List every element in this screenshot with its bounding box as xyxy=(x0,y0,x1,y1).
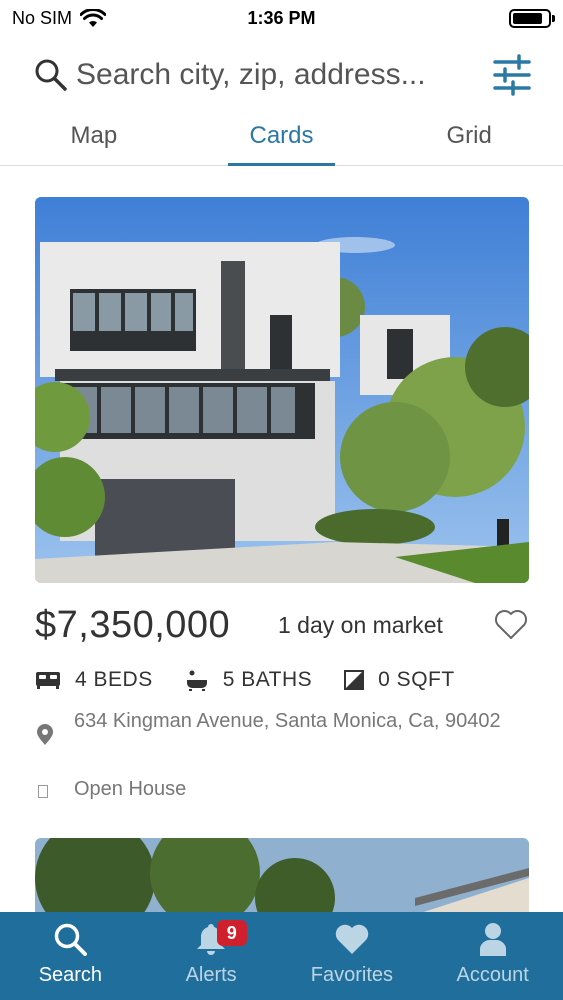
nav-search-label: Search xyxy=(38,964,103,986)
nav-alerts-label: Alerts xyxy=(185,964,237,986)
nav-favorites-label: Favorites xyxy=(310,964,393,986)
search-icon xyxy=(55,923,88,956)
sqft-label: 0 SQFT xyxy=(378,668,455,691)
location-pin-icon xyxy=(37,724,53,745)
battery-icon xyxy=(509,9,555,28)
tab-grid[interactable]: Grid xyxy=(375,112,563,165)
area-icon xyxy=(344,670,365,690)
bottom-tab-bar: Search 9 Alerts Favorites Account xyxy=(0,912,563,1000)
alerts-badge: 9 xyxy=(216,920,247,946)
next-house-illustration xyxy=(35,838,529,918)
sqft-spec: 0 SQFT xyxy=(344,668,455,692)
view-tabs: Map Cards Grid xyxy=(0,112,563,166)
baths-label: 5 BATHS xyxy=(222,668,313,691)
bed-icon xyxy=(36,672,60,689)
house-illustration xyxy=(35,197,529,583)
nav-account[interactable]: Account xyxy=(422,912,563,1000)
tab-cards[interactable]: Cards xyxy=(188,112,376,166)
nav-alerts[interactable]: 9 Alerts xyxy=(141,912,282,1000)
listing-address: 634 Kingman Avenue, Santa Monica, Ca, 90… xyxy=(74,710,501,732)
status-bar: No SIM 1:36 PM xyxy=(0,0,563,36)
listing-photo-next[interactable] xyxy=(35,838,529,918)
baths-spec: 5 BATHS xyxy=(185,668,312,692)
filter-sliders-icon[interactable] xyxy=(493,54,531,96)
favorite-heart-icon[interactable] xyxy=(493,606,529,642)
nav-search[interactable]: Search xyxy=(0,912,141,1000)
beds-spec: 4 BEDS xyxy=(35,668,153,692)
listing-photo[interactable] xyxy=(35,197,529,583)
heart-icon xyxy=(335,924,369,954)
open-house-label: Open House xyxy=(74,778,187,800)
listing-specs: 4 BEDS 5 BATHS 0 SQFT xyxy=(35,664,529,696)
beds-label: 4 BEDS xyxy=(75,668,153,691)
search-bar xyxy=(0,48,563,104)
days-on-market: 1 day on market xyxy=(278,612,443,638)
nav-favorites[interactable]: Favorites xyxy=(282,912,423,1000)
tab-map[interactable]: Map xyxy=(0,112,188,165)
search-input[interactable] xyxy=(76,54,476,96)
search-icon xyxy=(35,59,67,91)
open-house-row[interactable]: Open House xyxy=(35,778,529,804)
battery-fill xyxy=(513,13,542,24)
listing-price: $7,350,000 xyxy=(35,604,231,646)
person-icon xyxy=(479,923,506,956)
nav-account-label: Account xyxy=(456,964,529,986)
bathtub-icon xyxy=(186,670,207,691)
door-icon xyxy=(38,785,48,798)
listing-price-row: $7,350,000 1 day on market xyxy=(35,598,529,654)
clock: 1:36 PM xyxy=(247,8,316,28)
